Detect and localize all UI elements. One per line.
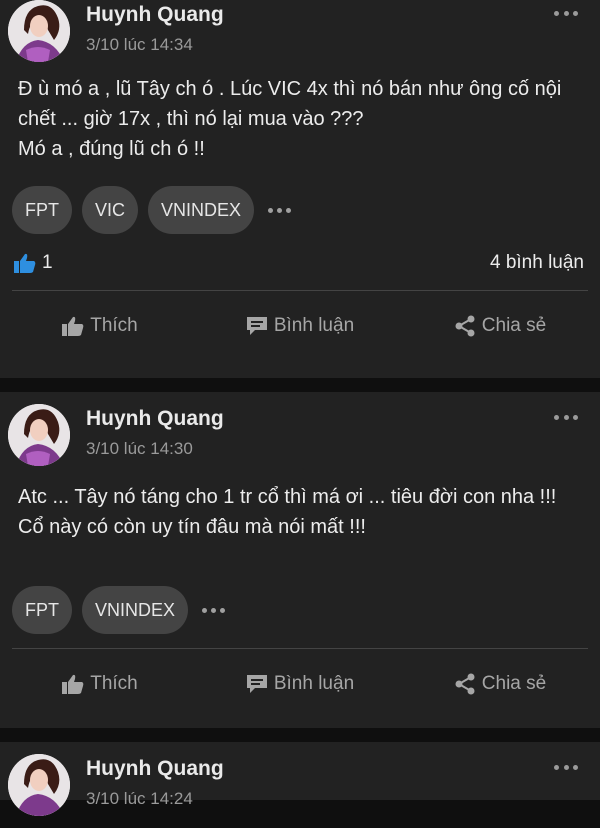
post-header: Huynh Quang 3/10 lúc 14:34 — [0, 0, 600, 74]
thumbs-up-icon — [62, 674, 84, 694]
post-header: Huynh Quang 3/10 lúc 14:30 — [0, 404, 600, 478]
like-button[interactable]: Thích — [0, 315, 200, 337]
tag-vnindex[interactable]: VNINDEX — [148, 186, 255, 234]
like-label: Thích — [90, 315, 138, 336]
author-name[interactable]: Huynh Quang — [86, 3, 224, 27]
share-button[interactable]: Chia sẻ — [400, 315, 600, 337]
post-timestamp: 3/10 lúc 14:30 — [86, 439, 193, 458]
share-button[interactable]: Chia sẻ — [400, 673, 600, 695]
share-icon — [455, 315, 475, 337]
tag-fpt[interactable]: FPT — [12, 186, 72, 234]
action-bar: Thích Bình luận Chia sẻ — [0, 649, 600, 719]
share-icon — [455, 673, 475, 695]
share-label: Chia sẻ — [481, 673, 547, 694]
post: Huynh Quang 3/10 lúc 14:30 Atc ... Tây n… — [0, 392, 600, 728]
more-tags-icon[interactable] — [264, 207, 292, 213]
share-label: Chia sẻ — [481, 315, 547, 336]
comment-label: Bình luận — [273, 673, 355, 694]
post-timestamp: 3/10 lúc 14:34 — [86, 35, 193, 54]
comment-icon — [246, 317, 267, 335]
post-timestamp: 3/10 lúc 14:24 — [86, 789, 193, 808]
comment-button[interactable]: Bình luận — [200, 673, 400, 695]
comment-icon — [246, 675, 267, 693]
thumbs-up-icon — [62, 316, 84, 336]
author-name[interactable]: Huynh Quang — [86, 757, 224, 781]
avatar[interactable] — [8, 404, 70, 466]
post: Huynh Quang 3/10 lúc 14:24 — [0, 742, 600, 816]
post-content: Atc ... Tây nó táng cho 1 tr cổ thì má ơ… — [18, 486, 557, 538]
like-summary[interactable]: 1 — [14, 252, 53, 274]
feed: Huynh Quang 3/10 lúc 14:34 Đ ù mó a , lũ… — [0, 0, 600, 816]
comment-count[interactable]: 4 bình luận — [490, 252, 584, 274]
like-count: 1 — [42, 252, 53, 273]
more-icon[interactable] — [554, 8, 578, 18]
post-stats: 1 4 bình luận — [0, 244, 600, 290]
action-bar: Thích Bình luận Chia sẻ — [0, 291, 600, 361]
post-header: Huynh Quang 3/10 lúc 14:24 — [0, 754, 600, 828]
more-tags-icon[interactable] — [198, 607, 226, 613]
tag-list: FPT VIC VNINDEX — [0, 186, 600, 234]
thumbs-up-icon — [14, 253, 36, 273]
like-button[interactable]: Thích — [0, 673, 200, 695]
tag-vnindex[interactable]: VNINDEX — [82, 586, 189, 634]
like-label: Thích — [90, 673, 138, 694]
more-icon[interactable] — [554, 762, 578, 772]
post-content: Đ ù mó a , lũ Tây ch ó . Lúc VIC 4x thì … — [18, 78, 562, 160]
author-name[interactable]: Huynh Quang — [86, 407, 224, 431]
comment-label: Bình luận — [273, 315, 355, 336]
avatar[interactable] — [8, 0, 70, 62]
post: Huynh Quang 3/10 lúc 14:34 Đ ù mó a , lũ… — [0, 0, 600, 378]
more-icon[interactable] — [554, 412, 578, 422]
avatar[interactable] — [8, 754, 70, 816]
comment-button[interactable]: Bình luận — [200, 315, 400, 337]
tag-vic[interactable]: VIC — [82, 186, 139, 234]
tag-list: FPT VNINDEX — [0, 586, 600, 634]
tag-fpt[interactable]: FPT — [12, 586, 72, 634]
